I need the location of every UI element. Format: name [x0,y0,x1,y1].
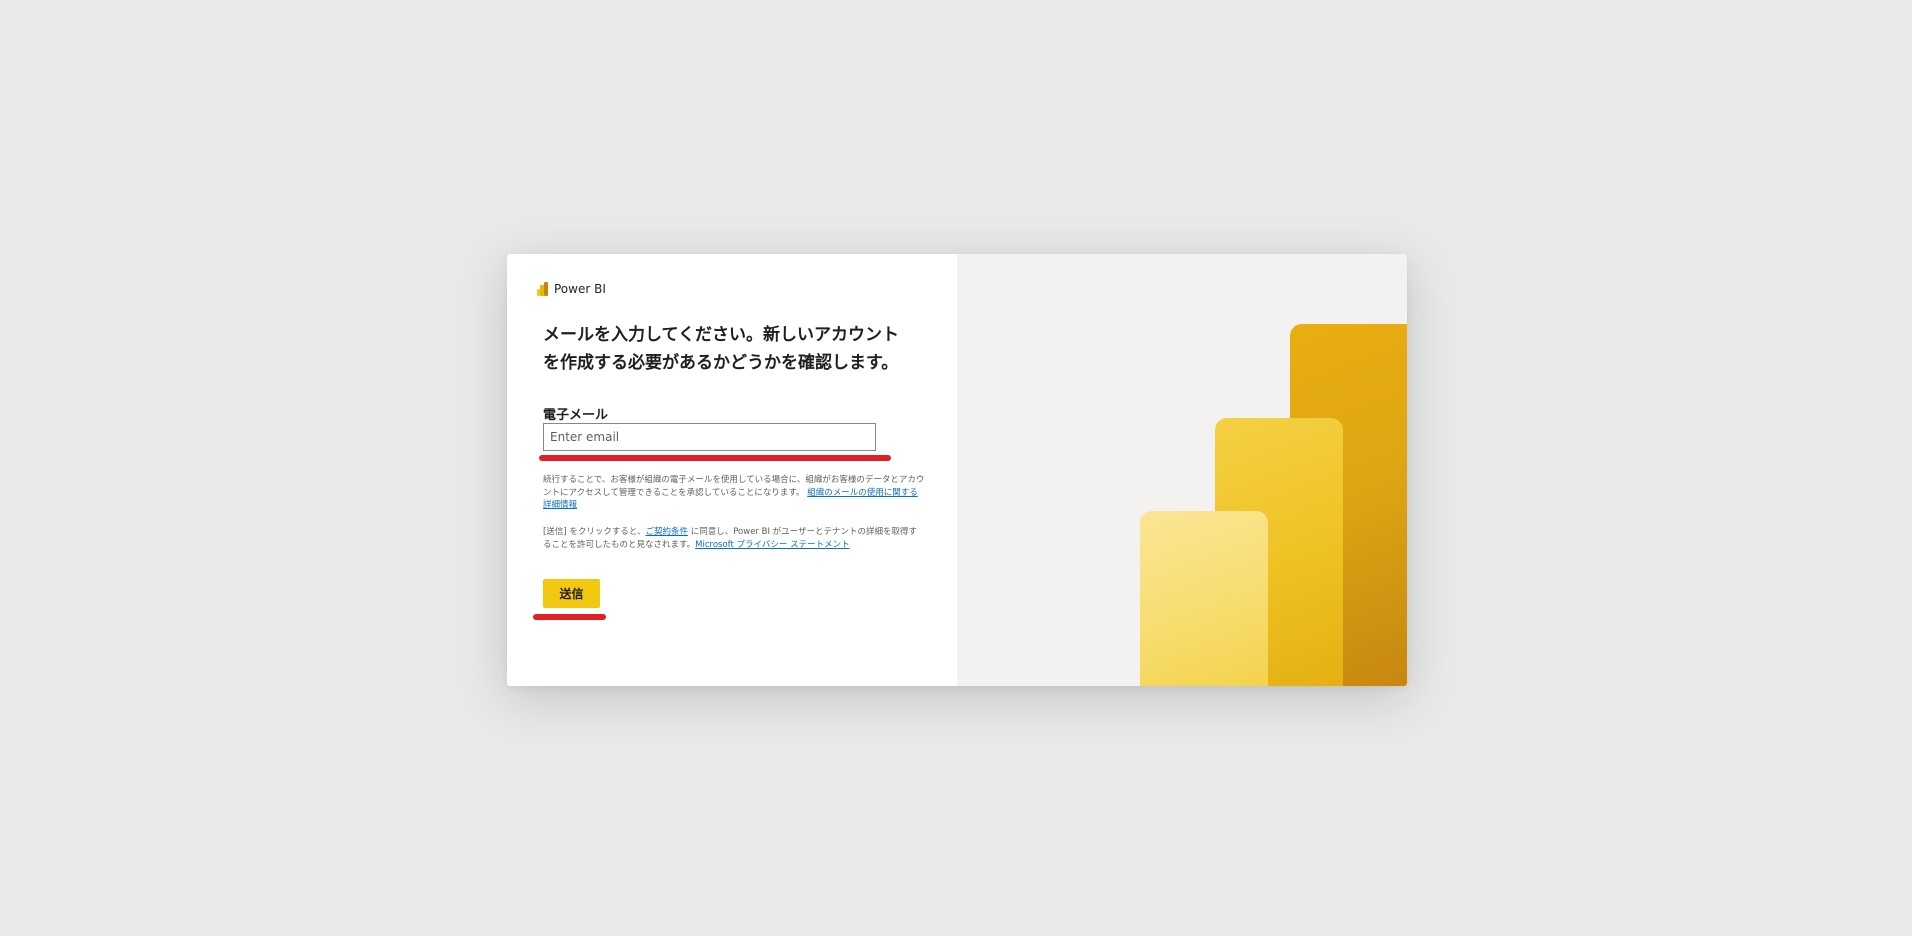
sign-in-form-panel: Power BI メールを入力してください。新しいアカウントを作成する必要がある… [507,254,957,686]
sign-in-card: Power BI メールを入力してください。新しいアカウントを作成する必要がある… [507,254,1407,686]
submit-button[interactable]: 送信 [543,579,600,608]
brand-header: Power BI [537,282,606,296]
decorative-bar-small [1140,511,1268,686]
privacy-statement-link[interactable]: Microsoft プライバシー ステートメント [695,540,849,550]
email-label: 電子メール [543,408,609,423]
decorative-panel [957,254,1407,686]
consent-text-before: [送信] をクリックすると、 [543,527,646,537]
brand-name: Power BI [554,282,606,296]
submit-button-highlight-annotation [533,614,606,620]
email-field[interactable] [543,423,876,451]
terms-link[interactable]: ご契約条件 [646,527,689,537]
page-title: メールを入力してください。新しいアカウントを作成する必要があるかどうかを確認しま… [543,325,899,373]
power-bi-logo-icon [537,282,548,296]
email-field-highlight-annotation [539,455,891,461]
consent-notice: [送信] をクリックすると、ご契約条件 に同意し、Power BI がユーザーと… [543,526,925,551]
organization-notice: 続行することで、お客様が組織の電子メールを使用している場合に、組織がお客様のデー… [543,474,925,512]
